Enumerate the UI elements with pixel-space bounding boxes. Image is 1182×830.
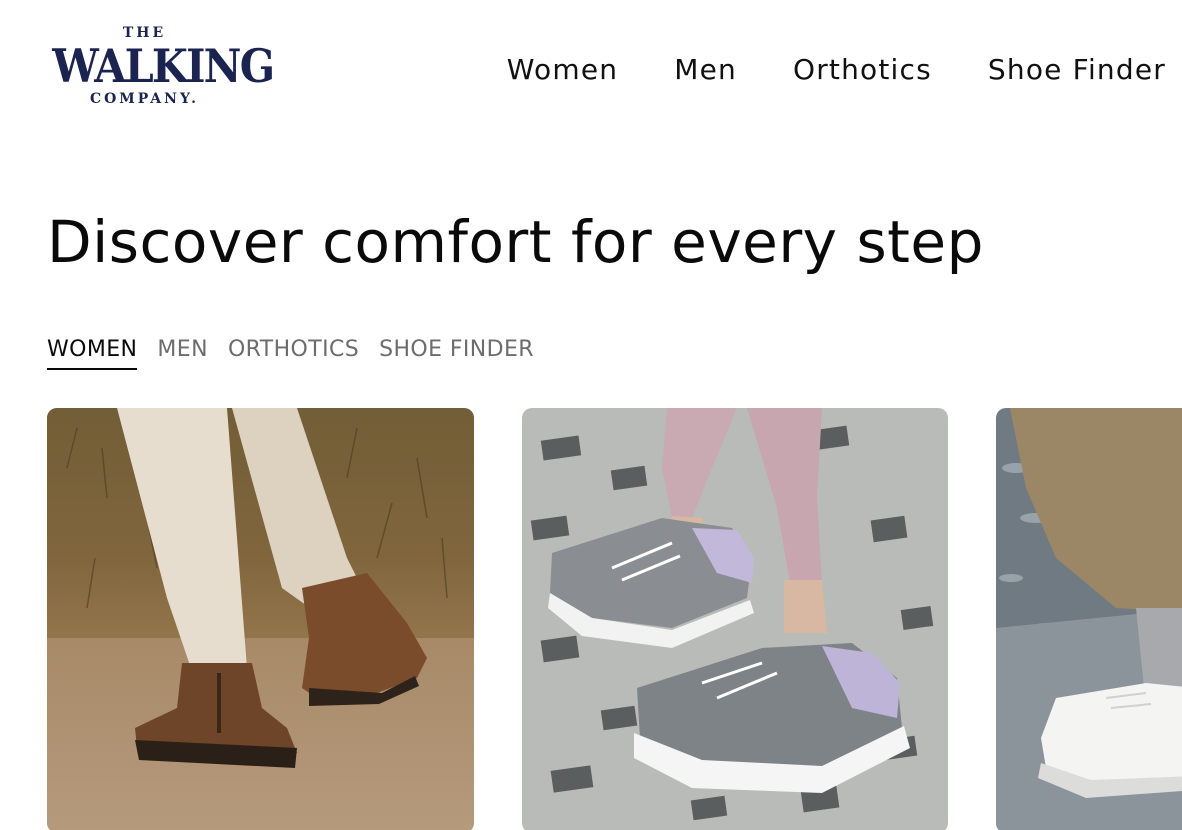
- tab-women[interactable]: WOMEN: [47, 334, 138, 370]
- tab-men[interactable]: MEN: [157, 334, 208, 370]
- logo-company-text: COMPANY.: [89, 91, 200, 107]
- white-sneaker-photo: [996, 408, 1182, 830]
- tab-orthotics[interactable]: ORTHOTICS: [228, 334, 359, 370]
- brand-logo[interactable]: THE WALKING COMPANY.: [42, 24, 275, 120]
- product-carousel: [47, 408, 1182, 830]
- nav-link-women[interactable]: Women: [507, 50, 618, 90]
- product-card-boots[interactable]: [47, 408, 474, 830]
- nav-link-shoe-finder[interactable]: Shoe Finder: [988, 50, 1166, 90]
- page: THE WALKING COMPANY. Women Men Orthotics…: [0, 0, 1182, 830]
- category-tabs: WOMEN MEN ORTHOTICS SHOE FINDER: [47, 334, 534, 370]
- tab-shoe-finder[interactable]: SHOE FINDER: [379, 334, 534, 370]
- site-header: THE WALKING COMPANY. Women Men Orthotics…: [0, 0, 1182, 140]
- product-card-white-sneaker[interactable]: [996, 408, 1182, 830]
- boots-photo: [47, 408, 474, 830]
- logo-walking-text: WALKING: [52, 39, 275, 93]
- product-card-sneakers[interactable]: [522, 408, 948, 830]
- sneakers-photo: [522, 408, 948, 830]
- nav-link-orthotics[interactable]: Orthotics: [793, 50, 932, 90]
- nav-link-men[interactable]: Men: [674, 50, 737, 90]
- page-headline: Discover comfort for every step: [47, 208, 984, 276]
- main-nav: Women Men Orthotics Shoe Finder: [507, 50, 1166, 90]
